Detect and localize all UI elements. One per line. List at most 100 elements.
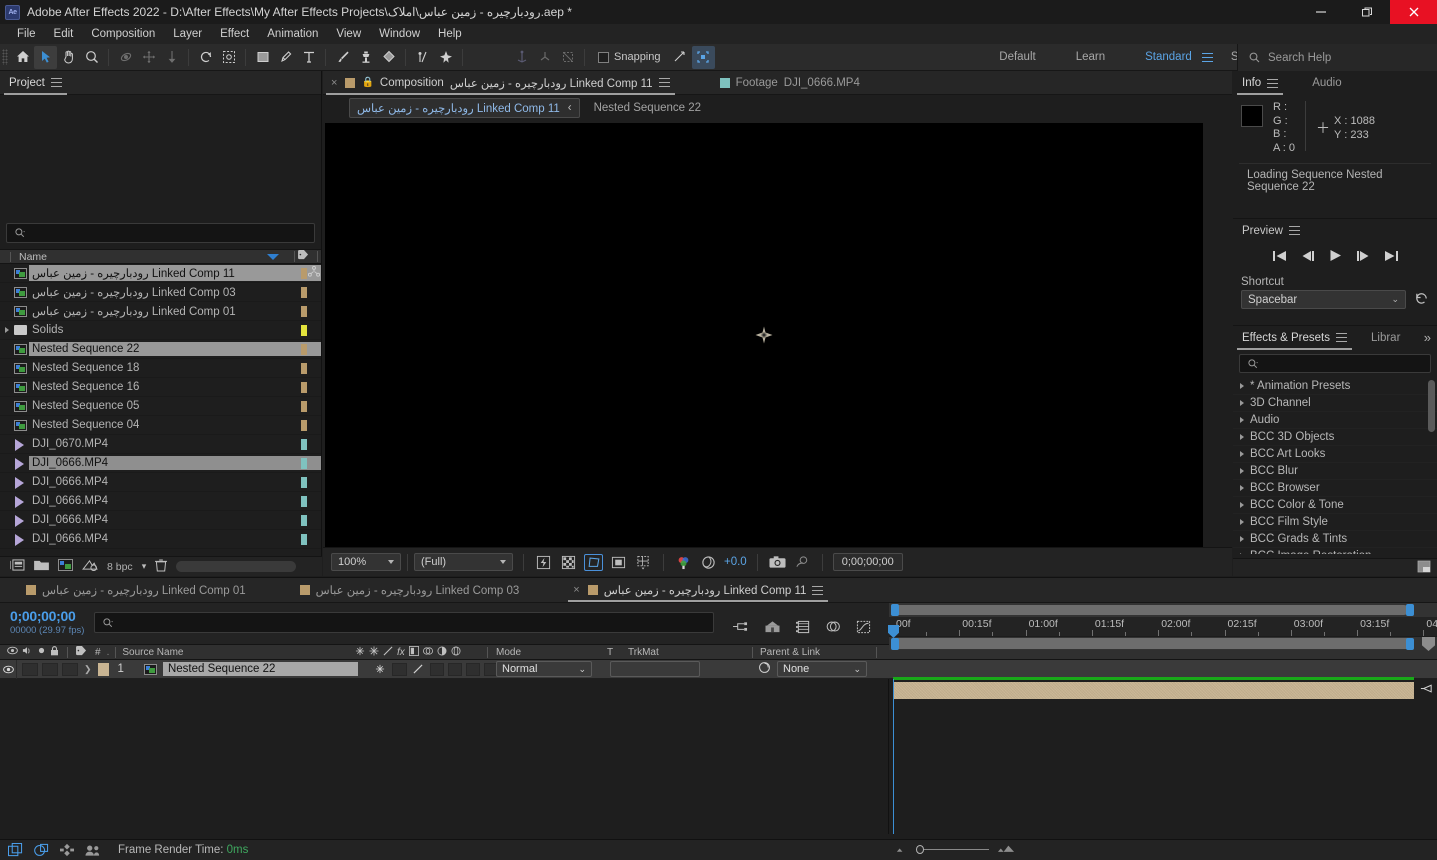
menu-file[interactable]: File: [8, 26, 45, 42]
pan-under-tool-icon[interactable]: [137, 46, 160, 69]
reset-shortcut-icon[interactable]: [1414, 291, 1429, 308]
zoom-slider-knob[interactable]: [916, 845, 925, 854]
workspace-standard[interactable]: Standard: [1139, 51, 1198, 63]
puppet-pin-tool-icon[interactable]: [411, 46, 434, 69]
label-color-swatch[interactable]: [301, 362, 307, 374]
previous-frame-icon[interactable]: [1301, 250, 1315, 265]
graph-editor-icon[interactable]: [856, 620, 871, 637]
project-search-input[interactable]: [6, 223, 315, 243]
column-header-trkmat-t[interactable]: T: [607, 647, 613, 658]
enable-frame-blending-icon[interactable]: [826, 620, 841, 637]
label-color-swatch[interactable]: [301, 343, 307, 355]
list-item[interactable]: رودبارچیره - زمین عباس Linked Comp 03: [0, 283, 321, 302]
layer-parent-dropdown[interactable]: None ⌄: [777, 661, 867, 677]
frame-blending-icon[interactable]: [408, 645, 419, 659]
toolbar-grip[interactable]: [2, 49, 8, 65]
zoom-in-icon[interactable]: [997, 844, 1015, 856]
menu-composition[interactable]: Composition: [82, 26, 164, 42]
chevron-right-icon[interactable]: [1240, 468, 1244, 474]
work-area-start-handle[interactable]: [891, 638, 899, 650]
label-color-swatch[interactable]: [301, 495, 307, 507]
timeline-time-ruler[interactable]: 00f 00:15f 01:00f 01:15f 02:00f 02:15f 03:00f 0…: [889, 617, 1437, 636]
exposure-reset-icon[interactable]: [699, 554, 718, 571]
delete-icon[interactable]: [155, 558, 168, 575]
composition-mini-flowchart-button-icon[interactable]: [34, 843, 49, 857]
list-item[interactable]: رودبارچیره - زمین عباس Linked Comp 01: [0, 302, 321, 321]
menu-view[interactable]: View: [327, 26, 370, 42]
zoom-tool-icon[interactable]: [80, 46, 103, 69]
eraser-tool-icon[interactable]: [377, 46, 400, 69]
label-color-swatch[interactable]: [301, 419, 307, 431]
list-item[interactable]: رودبارچیره - زمین عباس Linked Comp 11: [0, 264, 321, 283]
timeline-zoom-slider[interactable]: [895, 841, 1015, 858]
resolution-dropdown[interactable]: (Full): [414, 553, 513, 571]
effects-scrollbar[interactable]: [1428, 380, 1435, 432]
motion-blur-icon[interactable]: [422, 646, 433, 659]
breadcrumb-nested-sequence[interactable]: Nested Sequence 22: [580, 102, 701, 114]
project-settings-icon[interactable]: [82, 559, 98, 574]
last-frame-icon[interactable]: [1384, 250, 1398, 265]
list-item[interactable]: DJI_0666.MP4: [0, 454, 321, 473]
layer-outline-area[interactable]: [0, 679, 889, 834]
timeline-work-area-bar[interactable]: [889, 636, 1437, 651]
clone-stamp-tool-icon[interactable]: [354, 46, 377, 69]
navigator-right-handle[interactable]: [1406, 604, 1414, 616]
3d-axis-world-icon[interactable]: [533, 46, 556, 69]
chevron-right-icon[interactable]: [1240, 451, 1244, 457]
play-icon[interactable]: [1329, 249, 1342, 265]
team-projects-icon[interactable]: [85, 844, 101, 857]
project-item-list[interactable]: رودبارچیره - زمین عباس Linked Comp 11 رود…: [0, 264, 321, 549]
tab-libraries[interactable]: Librar: [1362, 326, 1406, 350]
next-frame-icon[interactable]: [1356, 250, 1370, 265]
menu-layer[interactable]: Layer: [164, 26, 211, 42]
tab-project[interactable]: Project: [0, 71, 71, 95]
grid-guides-icon[interactable]: [634, 554, 653, 571]
composition-viewer-canvas[interactable]: [325, 123, 1203, 547]
label-color-swatch[interactable]: [301, 267, 307, 279]
zoom-slider-track[interactable]: [924, 849, 989, 850]
label-color-swatch[interactable]: [301, 533, 307, 545]
search-help-field[interactable]: Search Help: [1237, 44, 1437, 71]
list-item[interactable]: DJI_0670.MP4: [0, 435, 321, 454]
expand-layer-icon[interactable]: ❯: [84, 664, 92, 675]
quality-sampling-icon[interactable]: [383, 646, 393, 659]
tab-footage-dji-0666[interactable]: Footage DJI_0666.MP4: [712, 71, 868, 95]
effects-category-row[interactable]: BCC Film Style: [1233, 514, 1437, 531]
parent-pickwhip-icon[interactable]: [758, 661, 771, 677]
render-queue-icon[interactable]: [60, 843, 74, 857]
column-header-source-name[interactable]: Source Name: [122, 647, 183, 658]
new-composition-icon[interactable]: [9, 559, 25, 574]
solo-icon[interactable]: [37, 646, 46, 658]
playhead-line[interactable]: [893, 679, 894, 834]
effects-category-row[interactable]: * Animation Presets: [1233, 378, 1437, 395]
tab-timeline-2[interactable]: × رودبارچیره - زمین عباس Linked Comp 11: [565, 578, 831, 602]
label-color-swatch[interactable]: [301, 324, 307, 336]
close-icon[interactable]: ×: [331, 77, 337, 89]
orbit-tool-icon[interactable]: [114, 46, 137, 69]
layer-effects-switch[interactable]: [429, 662, 444, 676]
3d-axis-view-icon[interactable]: [556, 46, 579, 69]
effects-overflow-icon[interactable]: »: [1424, 330, 1437, 345]
chevron-right-icon[interactable]: [1240, 417, 1244, 423]
maximize-restore-button[interactable]: [1344, 0, 1390, 24]
channel-selector-icon[interactable]: [674, 554, 693, 571]
tab-timeline-1[interactable]: رودبارچیره - زمین عباس Linked Comp 03: [292, 578, 528, 602]
take-snapshot-icon[interactable]: [768, 554, 787, 571]
timeline-navigator-bar[interactable]: [889, 603, 1437, 617]
toggle-mask-paths-icon[interactable]: [584, 553, 603, 571]
navigator-left-handle[interactable]: [891, 604, 899, 616]
list-item[interactable]: Nested Sequence 04: [0, 416, 321, 435]
layer-quality-switch[interactable]: [411, 662, 426, 676]
effects-menu-icon[interactable]: [1336, 333, 1347, 342]
puppet-starch-tool-icon[interactable]: [434, 46, 457, 69]
audio-speaker-icon[interactable]: [22, 646, 33, 658]
workspace-learn[interactable]: Learn: [1070, 51, 1111, 63]
tab-composition-linked-comp-11[interactable]: × 🔒 Composition رودبارچیره - زمین عباس L…: [323, 71, 678, 95]
disclosure-triangle-icon[interactable]: [5, 327, 9, 333]
layer-source-name[interactable]: Nested Sequence 22: [162, 662, 358, 676]
brush-tool-icon[interactable]: [331, 46, 354, 69]
workspace-menu-icon[interactable]: [1201, 52, 1213, 62]
list-item[interactable]: Nested Sequence 05: [0, 397, 321, 416]
close-icon[interactable]: ×: [573, 584, 579, 596]
new-preset-icon[interactable]: [1417, 560, 1431, 576]
